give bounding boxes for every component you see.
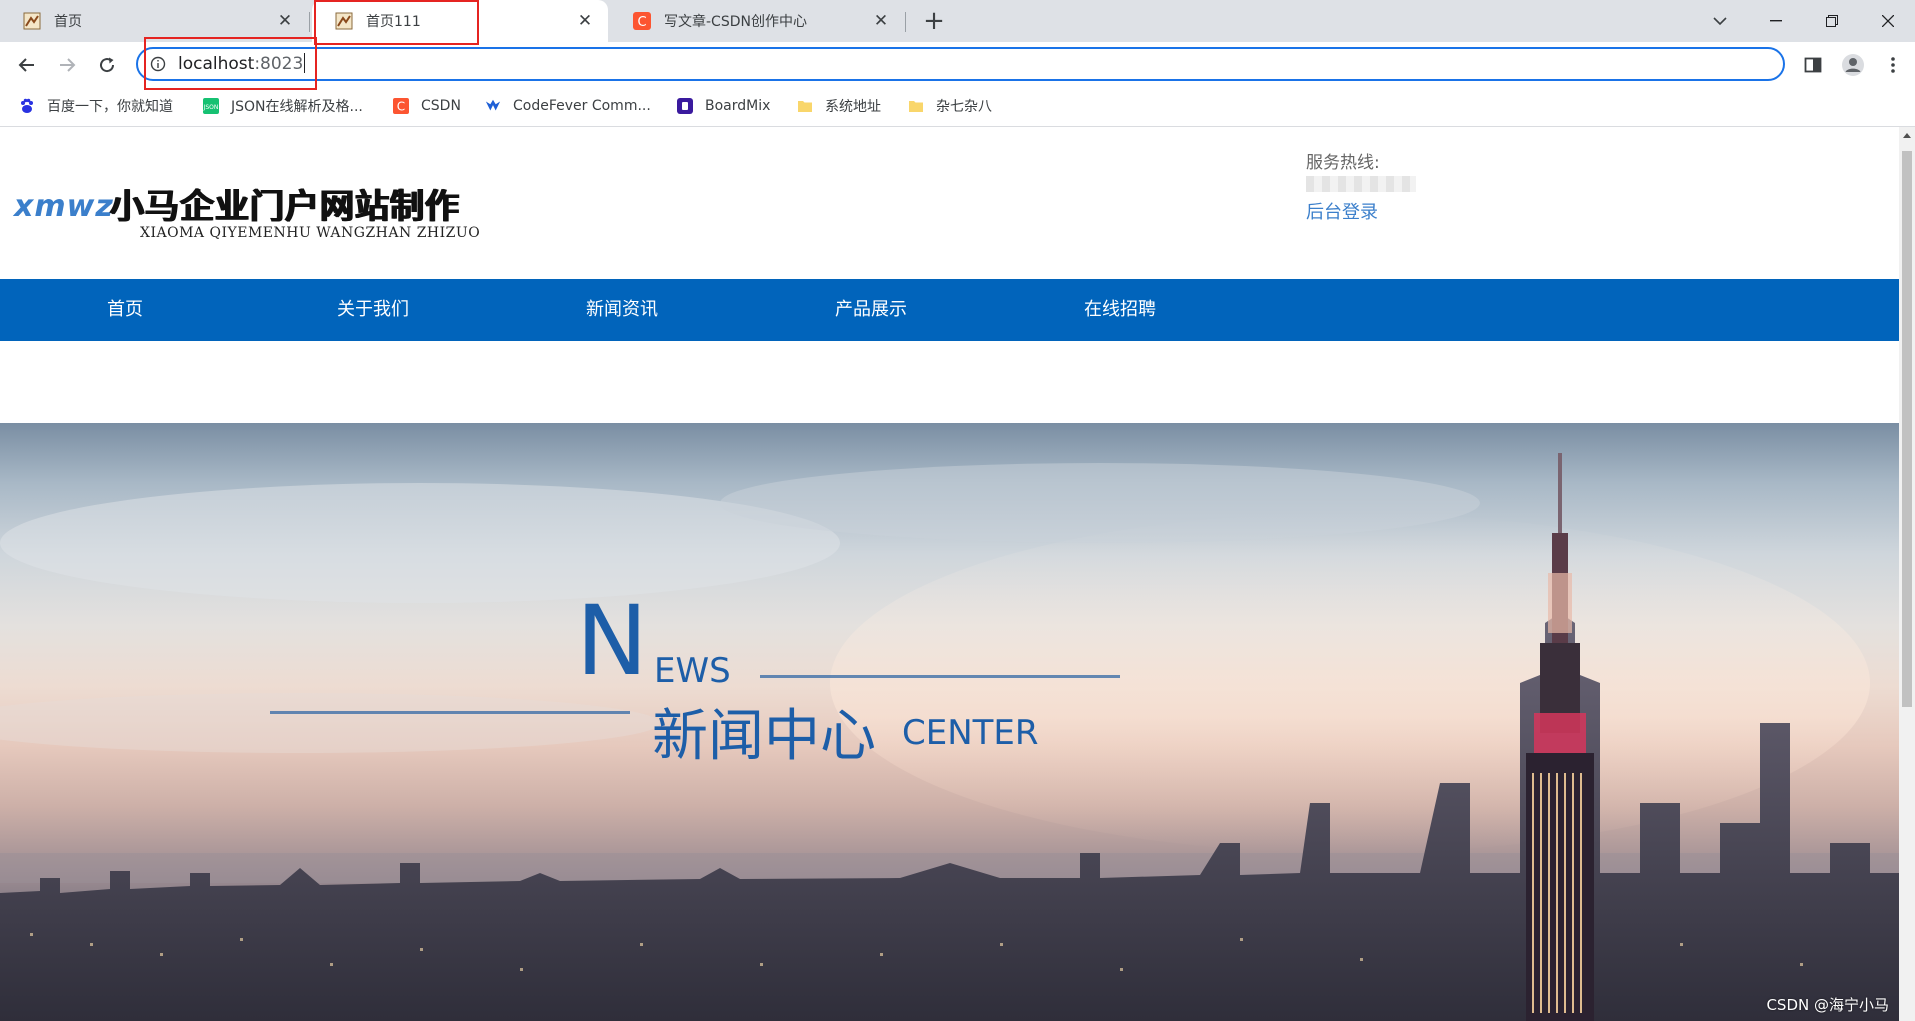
site-favicon-icon	[22, 11, 42, 31]
page-scrollbar[interactable]	[1899, 127, 1915, 1021]
tab-title: 首页111	[366, 14, 421, 30]
site-info-icon[interactable]	[150, 56, 166, 72]
close-tab-icon[interactable]: ✕	[576, 12, 594, 30]
bookmark-codefever[interactable]: CodeFever Comm...	[485, 88, 651, 124]
close-tab-icon[interactable]: ✕	[872, 12, 890, 30]
folder-icon	[797, 98, 813, 114]
scrollbar-thumb[interactable]	[1902, 151, 1912, 707]
banner-title-cn: 新闻中心	[652, 704, 876, 769]
svg-text:C: C	[397, 100, 405, 114]
bookmark-label: CSDN	[421, 98, 461, 114]
profile-avatar-icon[interactable]	[1837, 49, 1869, 81]
close-window-icon[interactable]	[1860, 0, 1915, 42]
svg-text:JSON: JSON	[203, 104, 218, 111]
tab-csdn-write[interactable]: C 写文章-CSDN创作中心 ✕	[610, 0, 904, 42]
nav-news[interactable]: 新闻资讯	[567, 279, 677, 341]
baidu-icon	[19, 98, 35, 114]
logo-pinyin: XIAOMA QIYEMENHU WANGZHAN ZHIZUO	[140, 225, 481, 241]
tab-strip: 首页 ✕ 首页111 ✕ C 写文章-CSDN创作中心 ✕ +	[0, 0, 1915, 42]
banner-big-letter: N	[576, 585, 648, 697]
admin-login-link[interactable]: 后台登录	[1306, 198, 1378, 224]
scroll-up-icon[interactable]	[1903, 133, 1911, 138]
tab-separator	[309, 12, 310, 32]
nav-home[interactable]: 首页	[80, 279, 170, 341]
page-viewport: xmwz 小马企业门户网站制作 XIAOMA QIYEMENHU WANGZHA…	[0, 127, 1899, 1021]
bookmark-folder-misc[interactable]: 杂七杂八	[908, 88, 992, 124]
csdn-watermark: CSDN @海宁小马	[1766, 996, 1889, 1014]
tab-home-111[interactable]: 首页111 ✕	[312, 0, 608, 42]
tab-title: 首页	[54, 14, 82, 30]
menu-kebab-icon[interactable]	[1877, 49, 1909, 81]
bookmark-folder-system[interactable]: 系统地址	[797, 88, 881, 124]
nav-products[interactable]: 产品展示	[816, 279, 926, 341]
new-tab-button[interactable]: +	[918, 6, 950, 38]
bookmark-label: 系统地址	[825, 99, 881, 115]
url-port: :8023	[254, 54, 304, 74]
bookmark-label: 百度一下，你就知道	[47, 99, 173, 115]
restore-icon[interactable]	[1804, 0, 1860, 42]
bookmark-label: CodeFever Comm...	[513, 98, 651, 114]
bookmark-csdn[interactable]: C CSDN	[393, 88, 461, 124]
bookmarks-bar: 百度一下，你就知道 JSON JSON在线解析及格... C CSDN Code…	[0, 88, 1915, 127]
svg-text:C: C	[637, 15, 646, 30]
address-bar[interactable]: localhost:8023	[136, 47, 1785, 81]
news-banner: N EWS 新闻中心 CENTER CSDN @海宁小马	[0, 423, 1899, 1021]
csdn-icon: C	[632, 11, 652, 31]
tab-search-icon[interactable]	[1692, 0, 1748, 42]
json-icon: JSON	[203, 98, 219, 114]
side-panel-icon[interactable]	[1797, 49, 1829, 81]
tab-separator	[905, 12, 906, 32]
forward-icon[interactable]	[51, 49, 83, 81]
url-host: localhost	[178, 54, 255, 74]
back-icon[interactable]	[11, 49, 43, 81]
nav-about[interactable]: 关于我们	[318, 279, 428, 341]
folder-icon	[908, 98, 924, 114]
banner-title-en: CENTER	[902, 713, 1039, 753]
nav-jobs[interactable]: 在线招聘	[1065, 279, 1175, 341]
reload-icon[interactable]	[91, 49, 123, 81]
codefever-icon	[485, 98, 501, 114]
browser-toolbar: localhost:8023	[0, 42, 1915, 88]
hotline-number-blurred	[1306, 176, 1416, 192]
bookmark-baidu[interactable]: 百度一下，你就知道	[19, 88, 173, 124]
close-tab-icon[interactable]: ✕	[276, 12, 294, 30]
bookmark-label: 杂七杂八	[936, 99, 992, 115]
csdn-icon: C	[393, 98, 409, 114]
tab-home[interactable]: 首页 ✕	[0, 0, 308, 42]
hotline-label: 服务热线:	[1306, 153, 1380, 173]
logo-en: xmwz	[14, 189, 114, 224]
bookmark-label: JSON在线解析及格...	[231, 99, 363, 115]
bookmark-boardmix[interactable]: BoardMix	[677, 88, 770, 124]
site-favicon-icon	[334, 11, 354, 31]
main-nav: 首页 关于我们 新闻资讯 产品展示 在线招聘	[0, 279, 1899, 341]
bookmark-label: BoardMix	[705, 98, 771, 114]
tab-title: 写文章-CSDN创作中心	[664, 14, 807, 30]
text-caret	[304, 53, 306, 73]
banner-rest-letters: EWS	[654, 651, 731, 691]
logo-cn: 小马企业门户网站制作	[110, 187, 460, 227]
minimize-icon[interactable]	[1748, 0, 1804, 42]
bookmark-json[interactable]: JSON JSON在线解析及格...	[203, 88, 363, 124]
boardmix-icon	[677, 98, 693, 114]
url-text[interactable]: localhost:8023	[178, 49, 306, 79]
